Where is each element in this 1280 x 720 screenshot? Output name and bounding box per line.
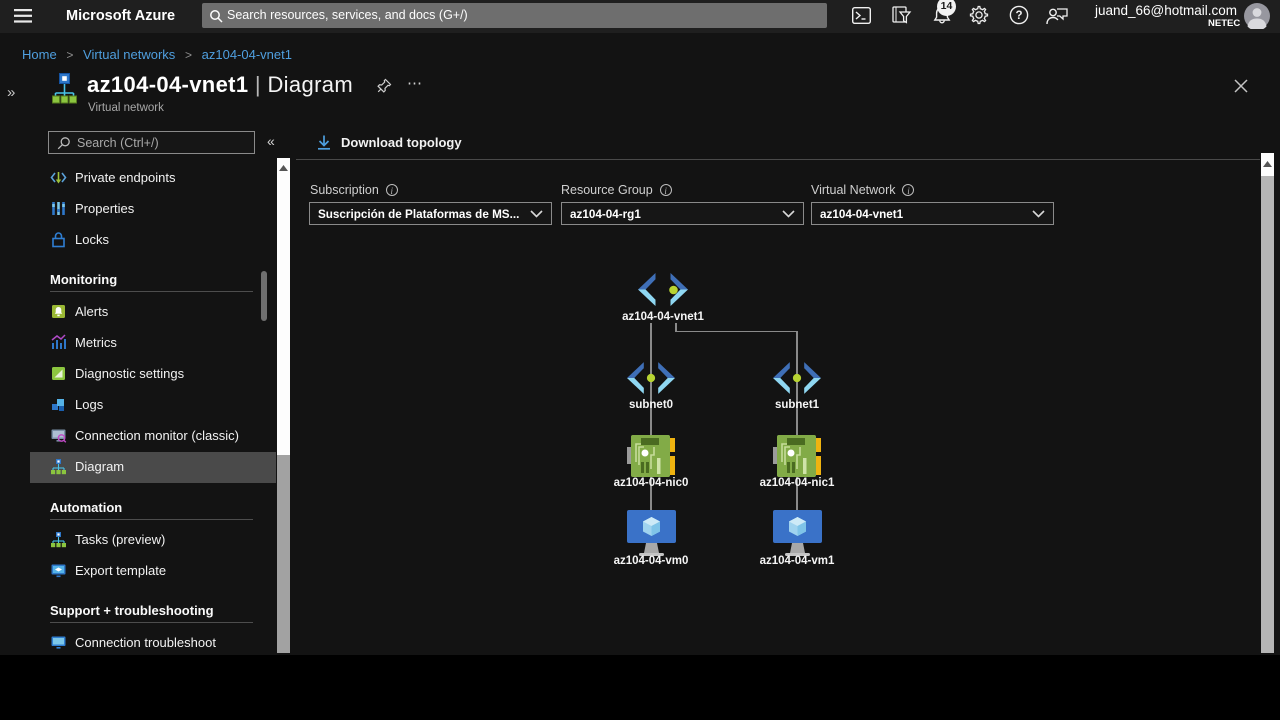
svg-text:?: ? [1015, 10, 1022, 22]
